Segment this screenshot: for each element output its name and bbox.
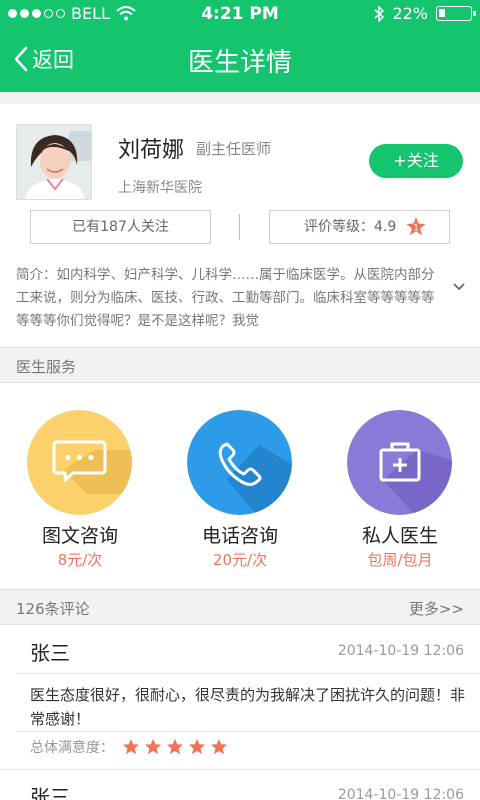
satisfaction-label: 总体满意度： [30,740,114,756]
star-icon [166,738,184,755]
doctor-title: 副主任医师 [196,140,272,158]
chat-bubble-icon [27,410,132,515]
service-price: 8元/次 [57,551,103,569]
bluetooth-icon [374,5,385,22]
service-price: 包周/包月 [367,551,433,569]
battery-icon [436,6,476,21]
status-right: 22% [374,4,476,23]
medical-kit-icon [347,410,452,515]
star-rating [122,738,228,756]
rating-badge-icon: 1 [406,217,426,236]
comment-time: 2014-10-19 12:06 [337,787,464,800]
status-bar: BELL 4:21 PM 22% [0,0,480,30]
comment-user: 张三 [30,641,70,665]
comment-item: 张三 2014-10-19 12:06 医生态度很好，很耐心，很尽责的为我解决了… [0,625,480,771]
service-label: 图文咨询 [41,525,118,547]
followers-count: 已有187人关注 [30,210,211,244]
doctor-hospital: 上海新华医院 [118,180,202,196]
chevron-down-icon[interactable] [452,282,466,292]
star-icon [210,738,228,755]
doctor-profile-card: 刘荷娜 副主任医师 上海新华医院 +关注 已有187人关注 评价等级：4.9 1… [0,104,480,348]
service-label: 私人医生 [361,525,438,547]
star-icon [122,738,140,755]
follow-button[interactable]: +关注 [369,144,463,178]
services-section-header: 医生服务 [0,348,480,382]
page-title: 医生详情 [187,48,292,78]
app-header: BELL 4:21 PM 22% 返回 医生详情 [0,0,480,92]
divider [16,673,480,674]
comment-user: 张三 [30,785,70,800]
rating-box: 评价等级：4.9 1 [269,210,450,244]
more-comments-link[interactable]: 更多>> [409,598,464,619]
divider [239,214,240,240]
service-price: 20元/次 [212,551,268,569]
satisfaction-rating: 总体满意度： [30,737,228,757]
comment-item: 张三 2014-10-19 12:06 [0,769,480,800]
star-icon [144,738,162,755]
service-private-doctor[interactable]: 私人医生 包周/包月 [320,383,480,591]
service-label: 电话咨询 [201,525,278,547]
services-panel: 图文咨询 8元/次 电话咨询 20元/次 私人医生 包周/包月 [0,382,480,590]
comments-count: 126条评论 [16,600,90,618]
battery-percent: 22% [392,4,428,23]
divider [16,731,480,732]
doctor-avatar [16,124,92,200]
star-icon [188,738,206,755]
service-phone-consult[interactable]: 电话咨询 20元/次 [160,383,320,591]
phone-icon [187,410,292,515]
battery-level [439,9,445,17]
services-section-title: 医生服务 [16,358,77,376]
comments-list: 张三 2014-10-19 12:06 医生态度很好，很耐心，很尽责的为我解决了… [0,624,480,800]
comment-text: 医生态度很好，很耐心，很尽责的为我解决了困扰许久的问题！非常感谢！ [30,686,466,728]
rating-badge-text: 1 [413,224,419,234]
comments-section-header: 126条评论 更多>> [0,590,480,624]
rating-label: 评价等级：4.9 [304,219,397,235]
doctor-name: 刘荷娜 [118,138,185,163]
doctor-intro: 简介：如内科学、妇产科学、儿科学……属于临床医学。从医院内部分工来说，则分为临床… [16,267,435,329]
comment-time: 2014-10-19 12:06 [337,643,464,659]
nav-bar: 返回 医生详情 [0,38,480,82]
service-text-consult[interactable]: 图文咨询 8元/次 [0,383,160,591]
